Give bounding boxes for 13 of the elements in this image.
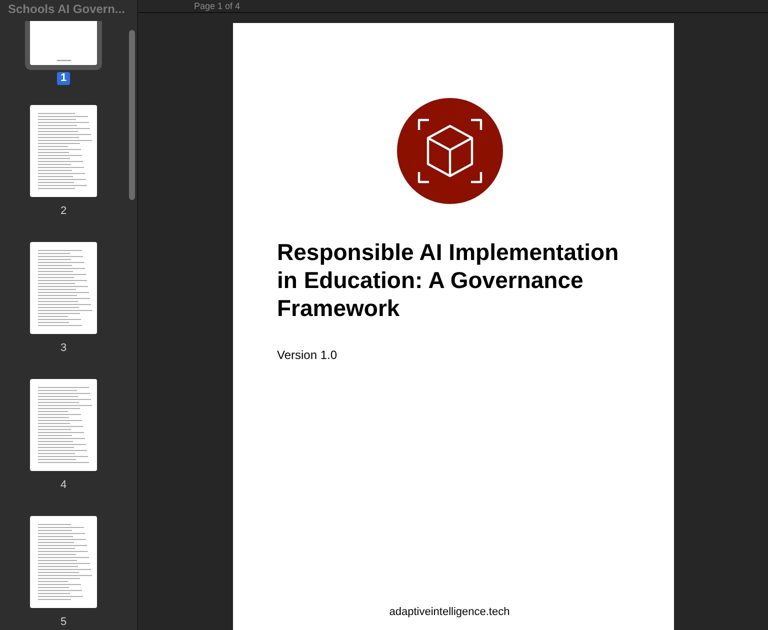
page-number: 5	[60, 615, 67, 630]
page-number: 4	[60, 478, 67, 493]
page-number: 1	[57, 72, 70, 85]
page-number: 3	[60, 341, 67, 356]
version-text: Version 1.0	[277, 347, 338, 364]
footer-link[interactable]: adaptiveintelligence.tech	[389, 604, 510, 620]
page-indicator: Page 1 of 4	[194, 0, 240, 12]
scrollbar[interactable]	[129, 30, 135, 200]
document-title: Responsible AI Implementation in Education: A Governance Framework	[277, 238, 620, 322]
page-number: 2	[60, 204, 67, 219]
cube-logo-icon	[396, 98, 502, 204]
sidebar-title: Schools AI Govern...	[8, 1, 125, 18]
page-thumbnail[interactable]	[25, 21, 102, 70]
